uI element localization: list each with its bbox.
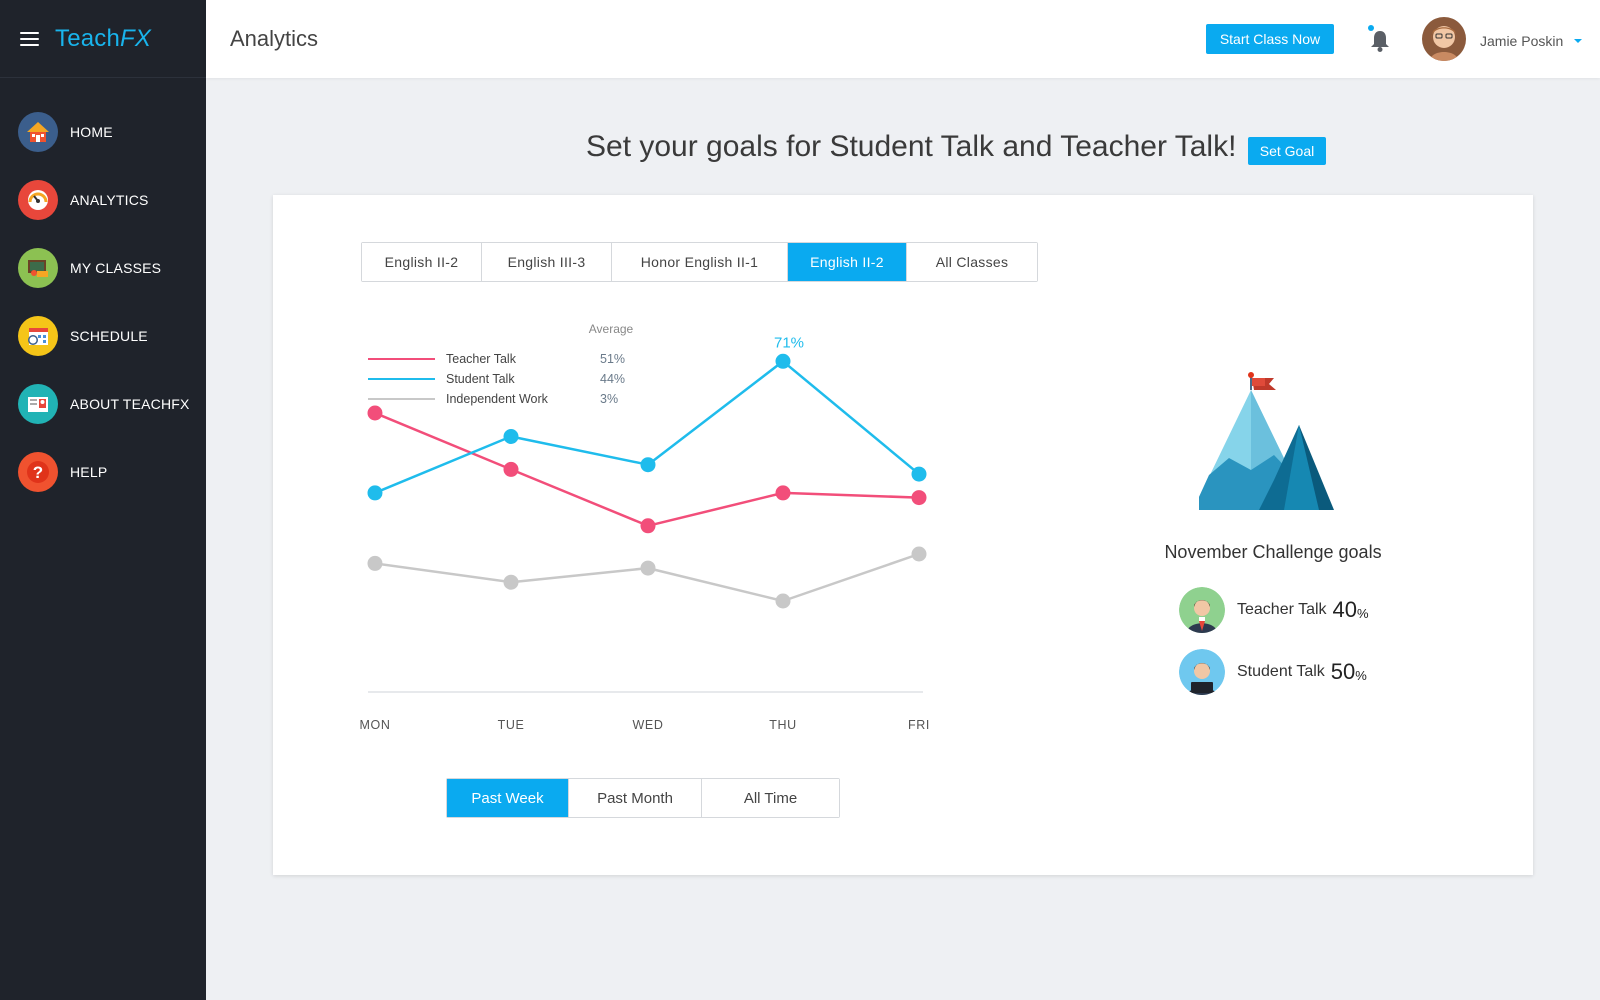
data-point-student-talk-wed[interactable] bbox=[640, 457, 656, 473]
data-point-student-talk-tue[interactable] bbox=[503, 429, 519, 444]
data-point-independent-work-mon[interactable] bbox=[367, 555, 383, 571]
question-icon: ? bbox=[18, 452, 58, 492]
sidebar-item-label: HOME bbox=[70, 124, 113, 140]
mountain-flag-icon bbox=[1193, 370, 1349, 520]
data-point-teacher-talk-fri[interactable] bbox=[911, 490, 927, 506]
legend-label: Teacher Talk bbox=[446, 352, 517, 366]
legend-label: Independent Work bbox=[446, 392, 549, 406]
legend-teacher-talk: Teacher Talk 51% bbox=[368, 352, 625, 366]
sidebar-item-label: MY CLASSES bbox=[70, 260, 162, 276]
start-class-button[interactable]: Start Class Now bbox=[1206, 24, 1334, 54]
teacher-avatar-icon bbox=[1179, 587, 1225, 633]
top-header: Analytics Start Class Now Jamie Poskin bbox=[206, 0, 1600, 78]
legend-value: 51% bbox=[600, 352, 625, 366]
x-tick-label-thu: THU bbox=[769, 718, 797, 732]
data-point-teacher-talk-wed[interactable] bbox=[640, 518, 656, 534]
data-label-annotation: 71% bbox=[774, 334, 804, 351]
goal-value: 40 bbox=[1332, 597, 1358, 622]
student-avatar-icon bbox=[1179, 649, 1225, 695]
goal-student-talk: Student Talk 50 % bbox=[1179, 649, 1367, 695]
range-tabs: Past Week Past Month All Time bbox=[446, 778, 840, 818]
brand-bar: TeachFX bbox=[0, 0, 206, 78]
svg-text:?: ? bbox=[33, 463, 43, 482]
home-icon bbox=[18, 112, 58, 152]
speedometer-icon bbox=[18, 180, 58, 220]
data-point-independent-work-fri[interactable] bbox=[911, 546, 927, 562]
x-axis-labels: MON TUE WED THU FRI bbox=[360, 718, 930, 732]
data-point-independent-work-tue[interactable] bbox=[503, 574, 519, 590]
data-point-teacher-talk-thu[interactable] bbox=[775, 485, 791, 501]
sidebar-item-help[interactable]: ? HELP bbox=[0, 438, 206, 506]
analytics-card: English II-2 English III-3 Honor English… bbox=[273, 195, 1533, 875]
page-title: Analytics bbox=[230, 26, 319, 51]
data-point-independent-work-thu[interactable] bbox=[775, 593, 791, 609]
sidebar-item-home[interactable]: HOME bbox=[0, 98, 206, 166]
goals-heading: Set your goals for Student Talk and Teac… bbox=[586, 130, 1237, 163]
goal-value: 50 bbox=[1330, 659, 1356, 684]
sidebar-item-my-classes[interactable]: MY CLASSES bbox=[0, 234, 206, 302]
x-tick-label-mon: MON bbox=[360, 718, 391, 732]
data-point-teacher-talk-tue[interactable] bbox=[503, 461, 519, 477]
goal-teacher-talk: Teacher Talk 40 % bbox=[1179, 587, 1369, 633]
profile-card-icon bbox=[18, 384, 58, 424]
x-tick-label-tue: TUE bbox=[498, 718, 525, 732]
avatar[interactable] bbox=[1422, 17, 1466, 61]
goal-unit: % bbox=[1357, 605, 1369, 621]
data-point-teacher-talk-mon[interactable] bbox=[367, 405, 383, 421]
sidebar-item-label: ABOUT TEACHFX bbox=[70, 396, 190, 412]
line-chart: Average Teacher Talk 51% Student Talk 44… bbox=[360, 322, 930, 732]
challenge-title: November Challenge goals bbox=[1164, 542, 1382, 562]
sidebar: TeachFX HOME ANALYTICS MY CLASSES SCHEDU… bbox=[0, 0, 206, 1000]
sidebar-nav: HOME ANALYTICS MY CLASSES SCHEDULE ABOUT… bbox=[0, 98, 206, 506]
tab-past-week[interactable]: Past Week bbox=[447, 779, 569, 817]
goal-label: Teacher Talk bbox=[1237, 601, 1327, 618]
legend-average-label: Average bbox=[589, 322, 634, 336]
sidebar-item-schedule[interactable]: SCHEDULE bbox=[0, 302, 206, 370]
legend-student-talk: Student Talk 44% bbox=[368, 372, 625, 386]
x-tick-label-fri: FRI bbox=[908, 718, 930, 732]
chevron-down-icon[interactable] bbox=[1574, 39, 1582, 43]
bell-icon[interactable] bbox=[1368, 28, 1392, 54]
legend-independent-work: Independent Work 3% bbox=[368, 392, 618, 406]
set-goal-button[interactable]: Set Goal bbox=[1248, 137, 1326, 165]
goal-label: Student Talk bbox=[1237, 663, 1325, 680]
logo-text: Teach bbox=[55, 24, 121, 52]
tab-past-month[interactable]: Past Month bbox=[569, 779, 702, 817]
menu-icon[interactable] bbox=[20, 31, 39, 46]
logo[interactable]: TeachFX bbox=[55, 25, 151, 53]
goal-unit: % bbox=[1355, 667, 1367, 683]
data-point-student-talk-fri[interactable] bbox=[911, 466, 927, 482]
sidebar-item-analytics[interactable]: ANALYTICS bbox=[0, 166, 206, 234]
sidebar-item-about[interactable]: ABOUT TEACHFX bbox=[0, 370, 206, 438]
data-point-independent-work-wed[interactable] bbox=[640, 560, 656, 576]
sidebar-item-label: SCHEDULE bbox=[70, 328, 148, 344]
legend-value: 44% bbox=[600, 372, 625, 386]
sidebar-item-label: HELP bbox=[70, 464, 108, 480]
legend-label: Student Talk bbox=[446, 372, 515, 386]
data-point-student-talk-thu[interactable] bbox=[775, 353, 791, 369]
data-point-student-talk-mon[interactable] bbox=[367, 485, 383, 501]
user-name[interactable]: Jamie Poskin bbox=[1480, 33, 1563, 49]
sidebar-item-label: ANALYTICS bbox=[70, 192, 149, 208]
calendar-icon bbox=[18, 316, 58, 356]
classroom-icon bbox=[18, 248, 58, 288]
logo-text-fx: FX bbox=[120, 24, 152, 52]
x-tick-label-wed: WED bbox=[633, 718, 664, 732]
tab-all-time[interactable]: All Time bbox=[702, 779, 839, 817]
legend-value: 3% bbox=[600, 392, 618, 406]
